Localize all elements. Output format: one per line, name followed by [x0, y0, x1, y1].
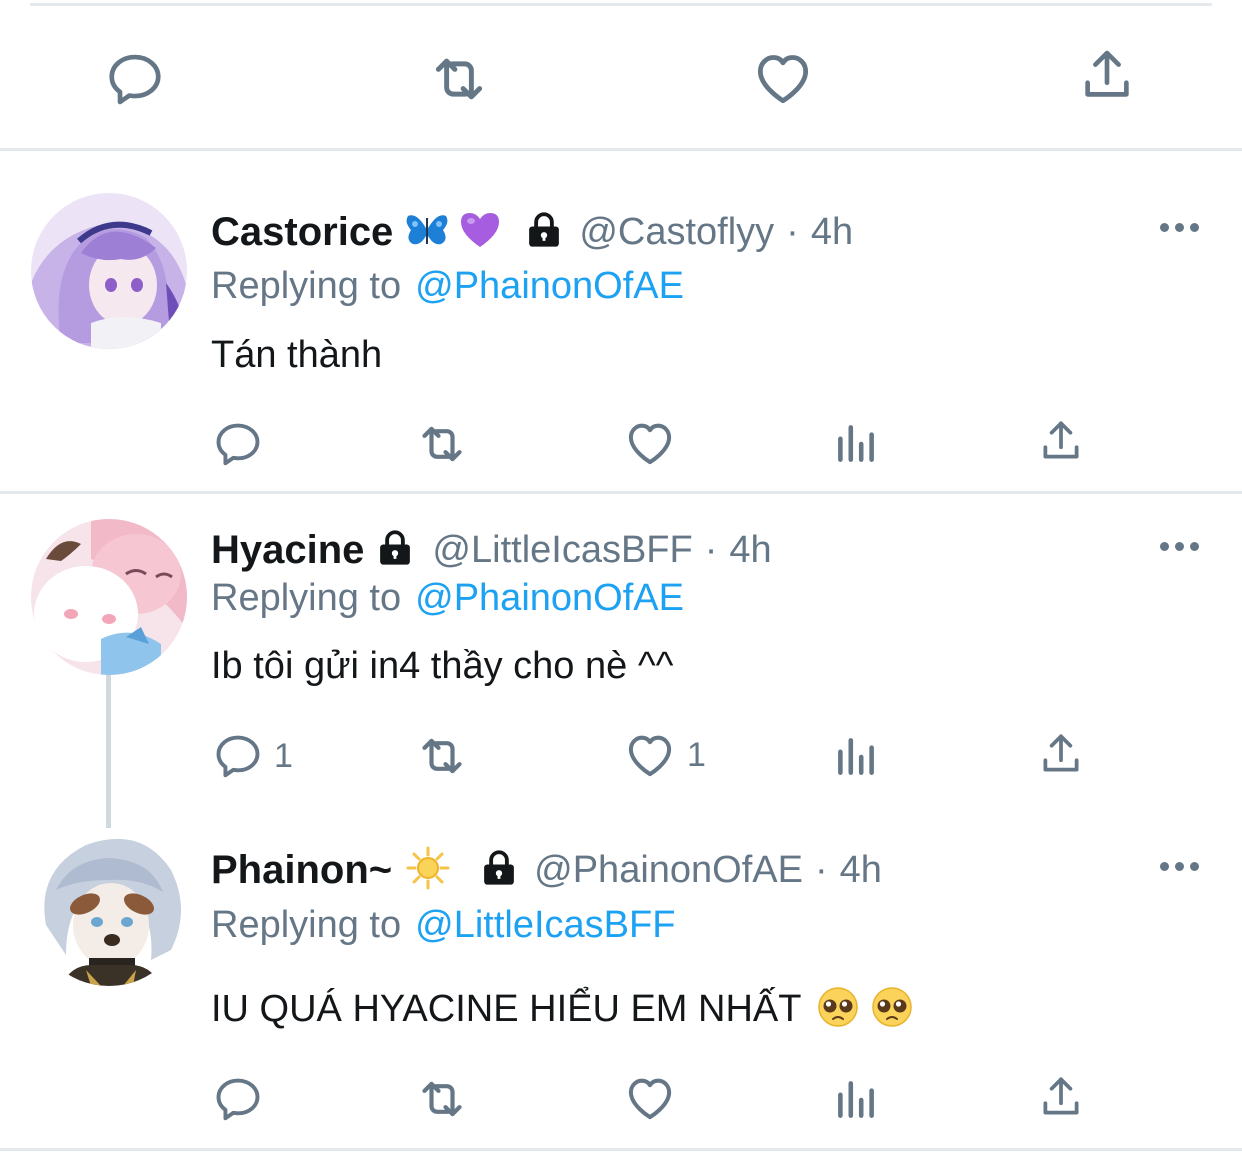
timestamp[interactable]: 4h — [729, 529, 771, 572]
main-like-button[interactable] — [751, 46, 815, 110]
reply-button[interactable] — [212, 418, 274, 470]
analytics-button[interactable] — [831, 418, 881, 468]
share-icon — [1036, 729, 1086, 779]
like-button[interactable] — [623, 1071, 687, 1125]
divider — [0, 148, 1242, 151]
top-divider — [30, 3, 1212, 6]
divider — [0, 1148, 1242, 1151]
retweet-icon — [426, 46, 492, 112]
reply-icon — [104, 48, 166, 110]
like-icon — [623, 1071, 677, 1125]
like-button[interactable]: 1 — [623, 728, 706, 782]
lock-icon — [478, 847, 520, 894]
replying-line: Replying to @PhainonOfAE — [211, 574, 684, 622]
replying-label: Replying to — [211, 576, 402, 619]
retweet-button[interactable] — [414, 728, 470, 784]
reply-icon — [212, 730, 264, 782]
avatar-phainon[interactable] — [31, 830, 187, 986]
replying-label: Replying to — [211, 264, 402, 307]
main-share-button[interactable] — [1076, 44, 1138, 106]
tweet-header: Hyacine @LittleIcasBFF · 4h — [211, 526, 772, 574]
lock-icon — [523, 209, 565, 256]
more-icon[interactable] — [1160, 541, 1200, 553]
separator: · — [786, 210, 799, 253]
tweet-text: IU QUÁ HYACINE HIỂU EM NHẤT — [211, 987, 802, 1030]
divider — [0, 491, 1242, 494]
like-icon — [623, 416, 677, 470]
analytics-icon — [831, 1074, 881, 1124]
reply-icon — [212, 1073, 264, 1125]
share-button[interactable] — [1036, 729, 1086, 779]
display-name[interactable]: Phainon~ — [211, 848, 392, 893]
avatar-castorice[interactable] — [31, 193, 187, 349]
replying-line: Replying to @LittleIcasBFF — [211, 901, 675, 949]
reply-count: 1 — [274, 736, 293, 775]
separator: · — [814, 848, 828, 891]
butterfly-emoji — [405, 210, 449, 255]
analytics-button[interactable] — [831, 1074, 881, 1124]
retweet-icon — [414, 1071, 470, 1127]
pleading-face-emoji — [817, 986, 859, 1033]
replying-label: Replying to — [211, 903, 402, 946]
analytics-icon — [831, 418, 881, 468]
display-name[interactable]: Castorice — [211, 210, 393, 255]
share-icon — [1036, 1072, 1086, 1122]
timestamp[interactable]: 4h — [811, 211, 853, 254]
share-button[interactable] — [1036, 416, 1086, 466]
timestamp[interactable]: 4h — [840, 849, 882, 892]
more-icon[interactable] — [1160, 222, 1200, 234]
retweet-icon — [414, 728, 470, 784]
like-button[interactable] — [623, 416, 687, 470]
share-button[interactable] — [1036, 1072, 1086, 1122]
lock-icon — [374, 527, 416, 574]
retweet-button[interactable] — [414, 1071, 470, 1127]
reply-button[interactable]: 1 — [212, 730, 293, 782]
username[interactable]: @Castoflyy — [579, 211, 774, 254]
replying-mention[interactable]: @PhainonOfAE — [415, 265, 684, 308]
display-name[interactable]: Hyacine — [211, 528, 364, 573]
more-icon[interactable] — [1160, 861, 1200, 873]
analytics-icon — [831, 731, 881, 781]
avatar-hyacine[interactable] — [31, 519, 187, 675]
replying-line: Replying to @PhainonOfAE — [211, 262, 684, 310]
retweet-icon — [414, 416, 470, 472]
like-icon — [623, 728, 677, 782]
tweet-text: Ib tôi gửi in4 thầy cho nè ^^ — [211, 644, 674, 687]
share-icon — [1076, 44, 1138, 106]
analytics-button[interactable] — [831, 731, 881, 781]
main-retweet-button[interactable] — [426, 46, 492, 112]
reply-button[interactable] — [212, 1073, 274, 1125]
tweet-header: Castorice @Castoflyy · 4h — [211, 208, 853, 256]
thread-connector — [106, 672, 111, 828]
replying-mention[interactable]: @PhainonOfAE — [415, 577, 684, 620]
like-icon — [751, 46, 815, 110]
username[interactable]: @PhainonOfAE — [534, 849, 803, 892]
reply-icon — [212, 418, 264, 470]
pleading-face-emoji — [871, 986, 913, 1033]
tweet-text-row: IU QUÁ HYACINE HIỂU EM NHẤT — [211, 984, 913, 1034]
retweet-button[interactable] — [414, 416, 470, 472]
like-count: 1 — [687, 735, 706, 774]
purple-heart-emoji — [459, 210, 501, 255]
tweet-header: Phainon~ @PhainonOfAE · 4h — [211, 846, 882, 894]
share-icon — [1036, 416, 1086, 466]
replying-mention[interactable]: @LittleIcasBFF — [415, 904, 675, 947]
username[interactable]: @LittleIcasBFF — [432, 529, 692, 572]
tweet-text: Tán thành — [211, 333, 383, 376]
sun-emoji — [406, 846, 450, 895]
main-reply-button[interactable] — [104, 48, 166, 110]
separator: · — [704, 528, 718, 571]
